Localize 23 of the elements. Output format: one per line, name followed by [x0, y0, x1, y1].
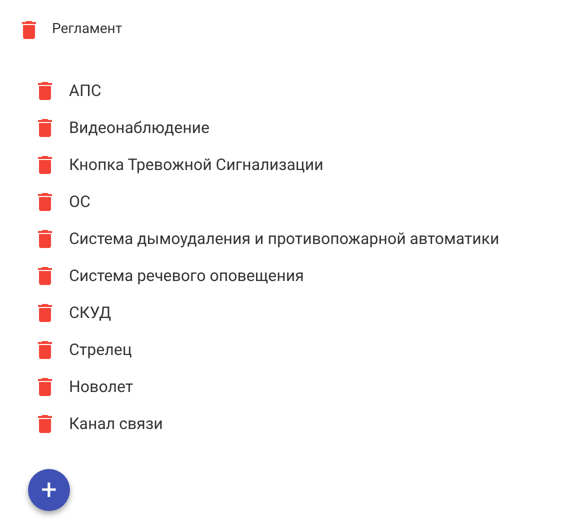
list-item-label: ОС	[69, 190, 90, 212]
list-item-label: Канал связи	[69, 412, 163, 434]
list-item-label: Стрелец	[69, 338, 132, 360]
list-item-label: СКУД	[69, 302, 112, 324]
delete-icon[interactable]	[36, 192, 54, 210]
delete-icon[interactable]	[36, 378, 54, 396]
delete-icon[interactable]	[36, 340, 54, 358]
delete-icon[interactable]	[20, 20, 38, 38]
list-item-label: Кнопка Тревожной Сигнализации	[69, 154, 324, 176]
add-button[interactable]: +	[28, 469, 70, 511]
delete-icon[interactable]	[36, 230, 54, 248]
list-item-label: Система речевого оповещения	[69, 264, 304, 286]
delete-icon[interactable]	[36, 82, 54, 100]
section-title: Регламент	[52, 20, 122, 39]
delete-icon[interactable]	[36, 266, 54, 284]
list-item-label: Видеонаблюдение	[69, 116, 210, 138]
list-item-label: Система дымоудаления и противопожарной автоматики	[69, 228, 500, 250]
delete-icon[interactable]	[36, 156, 54, 174]
delete-icon[interactable]	[36, 304, 54, 322]
list-item-label: АПС	[69, 80, 102, 102]
list-item-label: Новолет	[69, 376, 134, 398]
delete-icon[interactable]	[36, 414, 54, 432]
delete-icon[interactable]	[36, 118, 54, 136]
